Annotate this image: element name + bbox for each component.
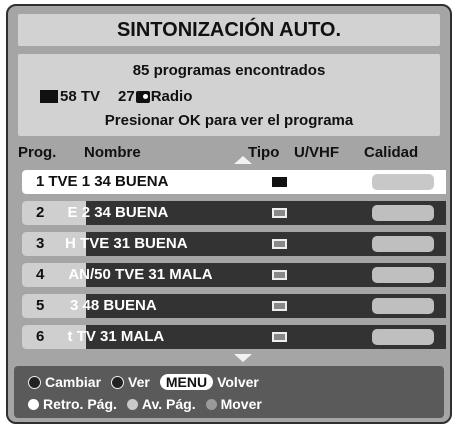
menu-key[interactable]: MENU — [159, 374, 214, 390]
program-name-start: 24 — [48, 235, 66, 252]
program-number: 4 — [36, 266, 45, 283]
quality-bar — [372, 298, 434, 314]
program-name: 1 34 BUENA — [77, 173, 169, 190]
program-row[interactable]: 6 Net TV 31 MALA — [22, 325, 446, 349]
header-name: Nombre — [84, 144, 141, 161]
program-name-start: TV — [48, 204, 68, 221]
quality-bar — [372, 174, 434, 190]
change-hint: Cambiar — [45, 374, 102, 390]
program-name-start: Ne — [48, 328, 68, 345]
column-headers: Prog. Nombre Tipo U/VHF Calidad — [8, 142, 450, 164]
tv-icon — [272, 239, 287, 249]
instruction-text: Presionar OK para ver el programa — [104, 112, 354, 129]
chevron-down-icon[interactable] — [234, 354, 252, 362]
header-type: Tipo — [248, 144, 280, 161]
move-hint: Mover — [220, 396, 262, 412]
program-name: AN/50 TVE 31 MALA — [68, 266, 213, 283]
back-hint: Volver — [217, 374, 259, 390]
key-help-bar: Cambiar Ver MENU Volver Retro. Pág. Av. … — [14, 366, 444, 418]
page-back-hint: Retro. Pág. — [43, 396, 117, 412]
program-number: 1 — [36, 173, 45, 190]
scan-result-panel: 85 programas encontrados 58 TV 27 Radio … — [18, 54, 440, 136]
tv-icon — [272, 332, 287, 342]
program-name: t TV 31 MALA — [67, 328, 165, 345]
channel-counts: 58 TV 27 Radio — [40, 88, 192, 105]
program-row[interactable]: 5 TM3 48 BUENA — [22, 294, 446, 318]
program-name-start: TM — [48, 297, 71, 314]
view-hint: Ver — [128, 374, 150, 390]
white-key-icon — [28, 398, 39, 410]
arrow-keys-icon — [28, 375, 41, 389]
header-band: U/VHF — [294, 144, 339, 161]
page-forward-hint: Av. Pág. — [141, 396, 196, 412]
radio-label: Radio — [150, 88, 193, 105]
quality-bar — [372, 236, 434, 252]
window-title: SINTONIZACIÓN AUTO. — [18, 14, 440, 46]
radio-icon — [135, 90, 150, 103]
tv-count: 58 TV — [60, 88, 101, 105]
program-number: 5 — [36, 297, 45, 314]
program-row[interactable]: 2 TVE 2 34 BUENA — [22, 201, 446, 225]
chevron-up-icon[interactable] — [234, 156, 252, 164]
program-name: H TVE 31 BUENA — [65, 235, 188, 252]
ok-key-icon — [111, 375, 125, 389]
tv-icon — [272, 177, 287, 187]
programs-found-text: 85 programas encontrados — [132, 62, 326, 79]
header-quality: Calidad — [364, 144, 419, 161]
program-name-start: TVE — [48, 173, 78, 190]
program-number: 2 — [36, 204, 45, 221]
grey-key-icon — [126, 398, 138, 410]
tv-icon — [272, 301, 287, 311]
program-row[interactable]: 3 24H TVE 31 BUENA — [22, 232, 446, 256]
dark-grey-key-icon — [205, 398, 217, 410]
quality-bar — [372, 267, 434, 283]
program-name: 3 48 BUENA — [70, 297, 157, 314]
tv-icon — [272, 208, 287, 218]
header-prog: Prog. — [18, 144, 57, 161]
auto-tuning-window: SINTONIZACIÓN AUTO. 85 programas encontr… — [6, 4, 452, 424]
program-row[interactable]: 1 TVE 1 34 BUENA — [22, 170, 446, 194]
tv-icon — [40, 90, 58, 103]
program-name-start: CL — [48, 266, 69, 283]
program-number: 3 — [36, 235, 45, 252]
program-number: 6 — [36, 328, 45, 345]
program-name: E 2 34 BUENA — [67, 204, 169, 221]
quality-bar — [372, 329, 434, 345]
tv-icon — [272, 270, 287, 280]
program-row[interactable]: 4 CLAN/50 TVE 31 MALA — [22, 263, 446, 287]
radio-count: 27 — [118, 88, 135, 105]
quality-bar — [372, 205, 434, 221]
